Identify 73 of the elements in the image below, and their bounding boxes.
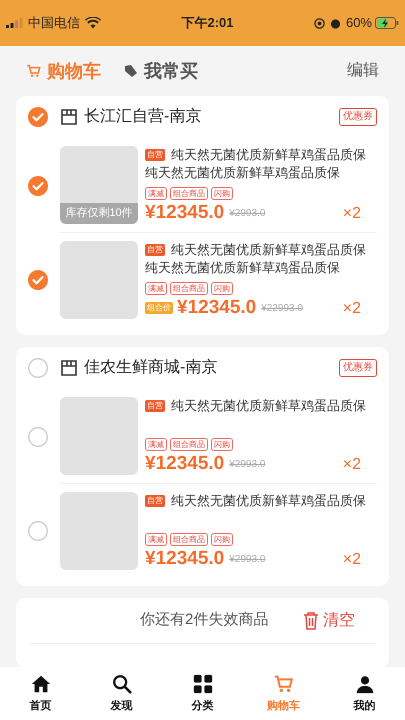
promo-tag: 满减 (145, 282, 167, 295)
self-run-badge: 自营 (145, 495, 165, 507)
clear-button[interactable]: 清空 (303, 608, 355, 632)
original-price: ¥2993.0 (229, 553, 266, 567)
promo-tag: 组合商品 (170, 533, 208, 546)
product-title-line[interactable]: 纯天然无菌优质新鲜草鸡蛋品质保 (171, 146, 366, 164)
invalid-goods-message: 你还有2件失效商品 (140, 610, 268, 630)
quantity: ×2 (342, 550, 361, 570)
battery-icon (375, 17, 399, 29)
promo-tag: 组合商品 (170, 438, 208, 451)
signal-icon (6, 18, 24, 28)
promo-tag: 满减 (145, 533, 167, 546)
store-name[interactable]: 长江汇自营-南京 (84, 105, 202, 129)
promo-tag: 组合商品 (170, 282, 208, 295)
price: ¥12345.0 (145, 548, 224, 570)
tab-bar-item[interactable]: 首页 (0, 667, 81, 720)
product-title-line[interactable]: 纯天然无菌优质新鲜草鸡蛋品质保 (171, 492, 366, 510)
store-name[interactable]: 佳农生鲜商城-南京 (84, 356, 218, 380)
checkbox[interactable] (28, 358, 48, 378)
quantity: ×2 (342, 299, 361, 319)
rotation-lock-icon (314, 18, 325, 28)
search-icon (110, 672, 132, 695)
header-tab[interactable]: 我常买 (123, 58, 198, 84)
promo-tag: 满减 (145, 438, 167, 451)
price: ¥12345.0 (145, 202, 224, 224)
grid-icon (192, 672, 214, 695)
tab-bar-item[interactable]: 发现 (81, 667, 162, 720)
price: ¥12345.0 (177, 297, 256, 319)
tab-bar-item[interactable]: 分类 (162, 667, 243, 720)
wifi-icon (85, 17, 101, 29)
checkbox[interactable] (28, 176, 48, 196)
product-image[interactable] (60, 241, 138, 319)
quantity: ×2 (342, 204, 361, 224)
checkbox[interactable] (28, 521, 48, 541)
promo-tag: 闪购 (211, 438, 233, 451)
checkbox[interactable] (28, 426, 48, 446)
original-price: ¥2993.0 (229, 458, 266, 472)
promo-tag: 满减 (145, 187, 167, 200)
coupon-button[interactable]: 优惠券 (339, 359, 377, 377)
shop-icon (60, 108, 78, 126)
shop-icon (60, 359, 78, 377)
tab-bar-item[interactable]: 我的 (324, 667, 405, 720)
product-title-line[interactable]: 纯天然无菌优质新鲜草鸡蛋品质保 (145, 259, 340, 277)
self-run-badge: 自营 (145, 244, 165, 256)
trash-icon (303, 612, 319, 630)
quantity: ×2 (342, 455, 361, 475)
product-image[interactable] (60, 397, 138, 475)
cart-icon (26, 63, 42, 79)
promo-tag: 闪购 (211, 187, 233, 200)
promo-tag: 闪购 (211, 282, 233, 295)
combo-price-tag: 组合价 (145, 302, 173, 314)
coupon-button[interactable]: 优惠券 (339, 108, 377, 126)
promo-tag: 组合商品 (170, 187, 208, 200)
carrier: 中国电信 (28, 14, 80, 32)
alarm-icon (330, 18, 341, 28)
product-image[interactable] (60, 492, 138, 570)
product-title-line[interactable]: 纯天然无菌优质新鲜草鸡蛋品质保 (145, 164, 340, 182)
promo-tag: 闪购 (211, 533, 233, 546)
product-title-line[interactable]: 纯天然无菌优质新鲜草鸡蛋品质保 (171, 397, 366, 415)
price: ¥12345.0 (145, 453, 224, 475)
original-price: ¥22993.0 (261, 302, 303, 316)
self-run-badge: 自营 (145, 400, 165, 412)
stock-label: 库存仅剩10件 (60, 203, 138, 224)
battery-percent: 60% (346, 14, 372, 32)
product-title-line[interactable]: 纯天然无菌优质新鲜草鸡蛋品质保 (171, 241, 366, 259)
checkbox[interactable] (28, 270, 48, 290)
self-run-badge: 自营 (145, 149, 165, 161)
clock: 下午2:01 (181, 14, 234, 32)
tag-icon (123, 63, 139, 79)
edit-button[interactable]: 编辑 (347, 59, 379, 83)
checkbox[interactable] (28, 107, 48, 127)
cart-icon (272, 672, 294, 695)
original-price: ¥2993.0 (229, 207, 266, 221)
